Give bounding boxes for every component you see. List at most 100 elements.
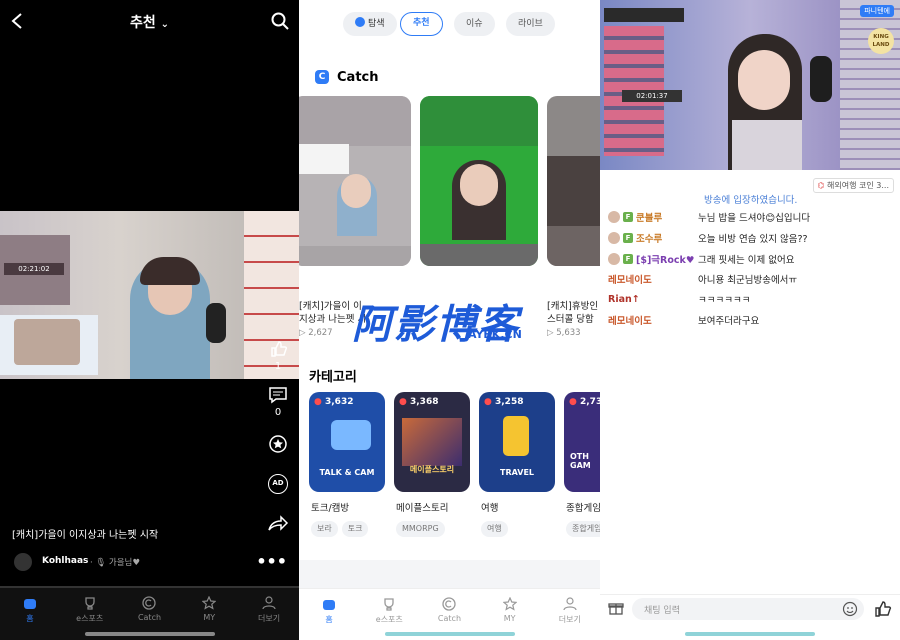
stream-hud [604, 8, 684, 22]
stream-timer: 02:01:37 [622, 90, 682, 102]
video-caption: [캐치]가을이 이지상과 나는펫 시작 [12, 530, 159, 541]
fan-badge-icon: F [623, 254, 633, 264]
chip-live[interactable]: 라이브 [506, 12, 555, 36]
user-avatar [608, 232, 620, 244]
chip-explore[interactable]: 탐색 [343, 12, 397, 36]
viewer-count: ● 3,258 [484, 397, 524, 407]
donor-list [840, 0, 900, 170]
shorts-viewer-panel: 추천 ⌄ 02:21:02 1 0 AD [캐치]가을이 이지상과 나는펫 시작… [0, 0, 299, 640]
category-name: 토크/캠방 [311, 503, 350, 514]
chat-message-text: ㅋㅋㅋㅋㅋㅋ [698, 295, 751, 306]
category-name: 메이플스토리 [396, 503, 449, 514]
chat-nickname-text: [$]극Rock♥ [636, 255, 695, 266]
star-icon [502, 597, 517, 611]
chat-message-text: 아니용 최군님방송에서ㅠ [698, 275, 798, 286]
feed-title[interactable]: 추천 ⌄ [0, 12, 299, 32]
emoji-icon[interactable] [842, 601, 858, 617]
more-options-icon[interactable]: ••• [256, 552, 287, 571]
tab-more[interactable]: 더보기 [542, 597, 598, 640]
tag[interactable]: 토크 [341, 521, 369, 537]
microphone [810, 56, 832, 102]
gift-icon[interactable] [608, 600, 624, 616]
chat-nickname[interactable]: Rian↑ [608, 294, 698, 305]
promo-chip[interactable]: ⌬ 해외여행 코인 3... [812, 178, 894, 193]
chip-recommend[interactable]: 추천 [400, 12, 443, 36]
fan-badge-icon: F [623, 212, 633, 222]
tag[interactable]: 여행 [481, 521, 508, 537]
category-card[interactable]: ● 2,731 OTH GAM [564, 392, 600, 492]
chat-nickname-text: 레모네이도 [608, 275, 652, 286]
chat-input[interactable]: 채팅 입력 [632, 598, 864, 620]
category-card[interactable]: ● 3,368 메이플스토리 [394, 392, 470, 492]
card-overlay [299, 144, 349, 174]
comment-button[interactable]: 0 [263, 386, 293, 418]
chat-message: 레모네이도 아니용 최군님방송에서ㅠ [608, 270, 797, 288]
catch-logo-icon: C [315, 70, 329, 84]
chat-message: F 조수루 오늘 비방 연습 있지 않음?? [608, 229, 808, 247]
chip-issue[interactable]: 이슈 [454, 12, 495, 36]
watermark-subtext: AYBK.CN [468, 328, 522, 341]
catch-card-title: [캐치]휴방인 스터콜 당함 [547, 301, 599, 325]
category-name: 종합게임 [566, 503, 600, 514]
category-name: 여행 [481, 503, 499, 514]
trophy-icon [384, 598, 394, 611]
king-land-logo: KING LAND [868, 28, 894, 54]
home-indicator [84, 632, 215, 636]
category-art-text: TRAVEL [499, 468, 535, 477]
chat-message: Rian↑ ㅋㅋㅋㅋㅋㅋ [608, 290, 750, 308]
channel-subtitle: · 🎙 가을님♥ [90, 558, 140, 568]
ad-button[interactable]: AD [263, 474, 293, 494]
catch-card[interactable] [547, 96, 600, 266]
thumbs-up-icon[interactable] [874, 600, 892, 618]
compass-icon [355, 17, 365, 27]
channel-name[interactable]: Kohlhaas [42, 556, 88, 566]
catch-card[interactable] [299, 96, 411, 266]
tag[interactable]: MMORPG [396, 521, 445, 537]
like-count: 1 [274, 361, 282, 372]
video-player[interactable]: 02:21:02 [0, 211, 299, 379]
live-stream-player[interactable]: 02:01:37 파니텐에 KING LAND [600, 0, 900, 170]
chat-nickname[interactable]: 레모네이도 [608, 272, 698, 286]
catch-card[interactable] [420, 96, 538, 266]
category-card[interactable]: ● 3,632 TALK & CAM [309, 392, 385, 492]
chat-nickname-text: 쿤블루 [636, 213, 663, 224]
inset-person [14, 319, 80, 365]
favorite-button[interactable] [263, 434, 293, 457]
user-avatar [608, 253, 620, 265]
user-avatar [608, 211, 620, 223]
chat-message: 레모네이도 보여주더라구요 [608, 311, 759, 329]
like-button[interactable]: 1 [263, 340, 293, 372]
chat-message-text: 보여주더라구요 [698, 316, 760, 327]
share-button[interactable] [263, 514, 293, 535]
catch-card-views: ▷ 2,627 [299, 328, 333, 338]
streamer-face [738, 50, 790, 110]
microphone [206, 303, 226, 343]
category-art-text: OTH GAM [570, 452, 591, 470]
home-icon [323, 600, 336, 610]
search-icon[interactable] [271, 12, 289, 30]
tag-icon: ⌬ [817, 181, 825, 190]
chat-nickname[interactable]: F 쿤블루 [608, 210, 698, 224]
tab-home[interactable]: 홈 [301, 597, 357, 640]
tab-more[interactable]: 더보기 [241, 596, 297, 640]
category-art-text: TALK & CAM [319, 468, 375, 477]
chat-nickname[interactable]: F [$]극Rock♥ [608, 252, 698, 266]
tag[interactable]: 종합게임 [566, 521, 600, 537]
trophy-icon [85, 597, 95, 610]
chat-nickname[interactable]: 레모네이도 [608, 313, 698, 327]
channel-avatar[interactable] [14, 553, 32, 571]
category-tags: 보라 토크 [311, 516, 372, 537]
chat-nickname[interactable]: F 조수루 [608, 231, 698, 245]
chat-nickname-text: 레모네이도 [608, 316, 652, 327]
category-card[interactable]: ● 3,258 TRAVEL [479, 392, 555, 492]
tag[interactable]: 보라 [311, 521, 338, 537]
stream-timer: 02:21:02 [4, 263, 64, 275]
share-arrow-icon [268, 515, 289, 531]
catch-icon [442, 597, 457, 611]
chat-message: F [$]극Rock♥ 그래 핏세는 이제 없어요 [608, 250, 794, 268]
stream-tag: 파니텐에 [860, 5, 894, 17]
catch-icon [142, 596, 157, 610]
tab-home[interactable]: 홈 [2, 596, 58, 640]
person-icon [262, 596, 276, 610]
comment-icon [269, 387, 287, 404]
